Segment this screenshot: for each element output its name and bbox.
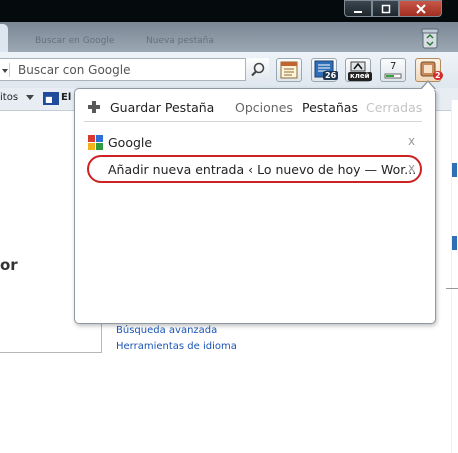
tab-closed: Cerradas [366,100,423,115]
feeds-button[interactable]: 26 [311,58,339,82]
page-right-edge [451,100,458,453]
chevron-down-icon [26,95,34,100]
ghost-tab: Nueva pestaña [146,36,214,46]
bookmark-folder[interactable]: itos [0,92,18,103]
browser-tab[interactable] [0,24,8,52]
maximize-icon [381,4,390,13]
bookmark-favicon-icon: ■ [43,92,59,105]
svg-text:■: ■ [45,95,53,104]
page-edge-mark [452,163,457,177]
counter-button[interactable]: 7 [380,58,406,82]
recycle-bin-icon[interactable] [420,27,440,49]
remove-tab-icon[interactable]: x [408,134,415,148]
notes-icon [280,61,298,79]
clipboard-label: клей [348,72,372,81]
popup-arrow-inner [421,82,435,90]
clipboard-button[interactable]: клей [345,58,372,82]
page-edge-mark [452,236,457,250]
search-input[interactable]: Buscar con Google [18,63,130,77]
search-engine-selector[interactable] [1,63,10,77]
page-heading-fragment: or [0,256,18,274]
advanced-search-link[interactable]: Búsqueda avanzada [116,325,217,336]
language-tools-link[interactable]: Herramientas de idioma [116,341,237,352]
remove-tab-icon[interactable]: x [408,161,415,175]
saved-tab-title[interactable]: Google [108,135,152,150]
plus-icon [88,101,100,113]
counter-value: 7 [390,61,397,72]
search-frame-outline [0,324,102,353]
magnifier-icon [251,62,265,77]
bookmark-item[interactable]: El [61,92,71,103]
notes-button[interactable] [276,58,302,82]
close-icon [415,3,426,14]
ghost-tab: Buscar en Google [35,36,115,46]
tab-manager-popup [74,88,436,324]
window-controls [344,0,444,19]
search-box[interactable]: Buscar con Google [0,58,269,81]
tab-options[interactable]: Opciones [235,100,293,115]
search-button[interactable] [245,58,269,81]
save-tab-button[interactable]: Guardar Pestaña [110,100,214,115]
tab-manager-button[interactable]: 2 [415,58,443,82]
minimize-button[interactable] [344,0,372,17]
maximize-button[interactable] [372,0,399,17]
google-icon [88,135,103,150]
page-edge-line [446,288,458,289]
close-window-button[interactable] [399,0,442,17]
feed-count-badge: 26 [323,71,339,80]
saved-tab-title[interactable]: Añadir nueva entrada ‹ Lo nuevo de hoy —… [108,162,416,177]
tab-count-badge: 2 [433,71,443,80]
tab-tabs[interactable]: Pestañas [302,100,358,115]
popup-divider [84,121,422,122]
chevron-down-icon [2,69,8,73]
minimize-icon [354,10,362,13]
